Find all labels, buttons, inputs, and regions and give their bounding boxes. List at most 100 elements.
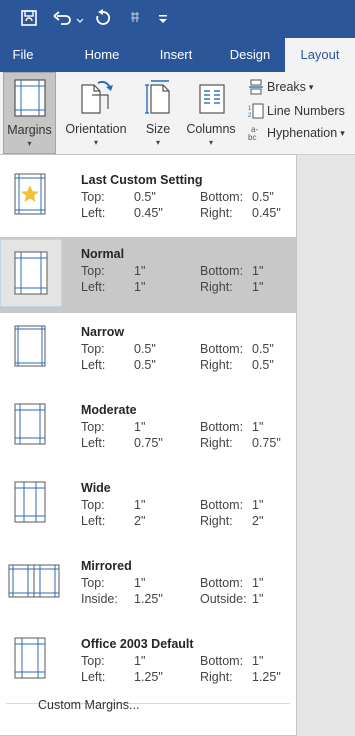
left-label: Left:: [81, 514, 106, 528]
left-value: 1.25": [134, 670, 163, 684]
margin-option-title: Narrow: [81, 325, 125, 339]
bottom-value: 1": [252, 576, 264, 590]
orientation-icon: [81, 80, 113, 114]
bottom-value: 0.5": [252, 342, 274, 356]
tab-layout[interactable]: Layout: [285, 38, 355, 72]
margin-option-title: Normal: [81, 247, 125, 261]
left-value: 0.5": [134, 358, 156, 372]
margin-option-title: Office 2003 Default: [81, 637, 194, 651]
top-label: Top:: [81, 190, 105, 204]
bottom-value: 0.5": [252, 190, 274, 204]
margins-icon: [13, 79, 46, 117]
top-label: Top:: [81, 342, 105, 356]
title-bar: [0, 0, 355, 38]
last-custom-margin-preview-icon: [14, 173, 46, 215]
left-label: Left:: [81, 670, 106, 684]
size-label: Size: [145, 122, 171, 136]
right-label: Right:: [200, 514, 233, 528]
bottom-label: Bottom:: [200, 190, 244, 204]
redo-button[interactable]: [92, 7, 114, 29]
breaks-button[interactable]: Breaks ▾: [247, 77, 313, 97]
margin-option-wide[interactable]: Wide Top: 1" Bottom: 1" Left: 2" Right: …: [0, 471, 296, 547]
left-value: 0.75": [134, 436, 163, 450]
customize-qat-button[interactable]: [152, 7, 174, 29]
right-label: Right:: [200, 358, 233, 372]
margin-option-moderate[interactable]: Moderate Top: 1" Bottom: 1" Left: 0.75" …: [0, 393, 296, 469]
ribbon-tabs: File Home Insert Design Layout: [0, 38, 355, 72]
touch-mode-button[interactable]: [124, 7, 146, 29]
bottom-label: Bottom:: [200, 576, 244, 590]
size-button[interactable]: Size ▾: [136, 72, 180, 154]
customize-qat-icon: [159, 15, 167, 23]
orientation-label: Orientation: [65, 122, 127, 136]
margins-label: Margins: [7, 123, 52, 137]
margins-button[interactable]: Margins ▾: [3, 72, 56, 154]
top-label: Top:: [81, 264, 105, 278]
chevron-down-icon: ▾: [155, 138, 160, 147]
mirrored-margin-preview-icon: [8, 564, 60, 598]
margin-option-normal[interactable]: Normal Top: 1" Bottom: 1" Left: 1" Right…: [0, 237, 296, 313]
bottom-value: 1": [252, 264, 264, 278]
top-label: Top:: [81, 576, 105, 590]
orientation-button[interactable]: Orientation ▾: [60, 72, 132, 154]
line-numbers-button[interactable]: 12 Line Numbers: [247, 101, 345, 121]
bottom-value: 1": [252, 654, 264, 668]
right-label: Right:: [200, 280, 233, 294]
custom-margins-button[interactable]: Custom Margins...: [38, 698, 139, 712]
left-value: 1": [134, 280, 146, 294]
breaks-icon: [247, 79, 265, 95]
breaks-label: Breaks: [267, 80, 306, 94]
redo-icon: [96, 9, 111, 25]
top-label: Top:: [81, 498, 105, 512]
margin-option-title: Last Custom Setting: [81, 173, 203, 187]
hyphenation-icon: a-bc: [247, 124, 265, 142]
tab-design[interactable]: Design: [216, 38, 284, 72]
narrow-margin-preview-icon: [14, 325, 46, 367]
undo-button[interactable]: [52, 7, 88, 29]
svg-text:1: 1: [248, 106, 252, 112]
right-value: 1": [252, 280, 264, 294]
right-label: Right:: [200, 670, 233, 684]
save-button[interactable]: [18, 7, 40, 29]
moderate-margin-preview-icon: [14, 403, 46, 445]
hyphenation-label: Hyphenation: [267, 126, 338, 140]
hyphenation-button[interactable]: a-bc Hyphenation ▾: [247, 123, 345, 143]
right-label: Right:: [200, 206, 233, 220]
bottom-label: Bottom:: [200, 498, 244, 512]
right-label: Right:: [200, 436, 233, 450]
ribbon: Margins ▾ Orientation ▾ Size ▾ Columns ▾…: [0, 72, 355, 154]
document-area: [297, 154, 355, 736]
chevron-down-icon: ▾: [93, 138, 98, 147]
tab-insert[interactable]: Insert: [145, 38, 207, 72]
save-icon: [21, 10, 37, 26]
touch-mode-icon: [131, 12, 139, 22]
top-value: 0.5": [134, 342, 156, 356]
undo-icon: [53, 11, 84, 25]
margin-option-narrow[interactable]: Narrow Top: 0.5" Bottom: 0.5" Left: 0.5"…: [0, 315, 296, 391]
tab-home[interactable]: Home: [72, 38, 132, 72]
normal-margin-preview-icon: [0, 239, 62, 307]
margin-option-title: Wide: [81, 481, 111, 495]
office-2003-margin-preview-icon: [14, 637, 46, 679]
margin-option-mirrored[interactable]: Mirrored Top: 1" Bottom: 1" Inside: 1.25…: [0, 549, 296, 625]
margin-option-last-custom[interactable]: Last Custom Setting Top: 0.5" Bottom: 0.…: [0, 163, 296, 239]
chevron-down-icon: ▾: [340, 127, 345, 138]
top-value: 1": [134, 264, 146, 278]
margin-option-office-2003[interactable]: Office 2003 Default Top: 1" Bottom: 1" L…: [0, 627, 296, 703]
columns-label: Columns: [186, 122, 236, 136]
left-value: 0.45": [134, 206, 163, 220]
columns-button[interactable]: Columns ▾: [182, 72, 240, 154]
bottom-value: 1": [252, 420, 264, 434]
left-value: 2": [134, 514, 146, 528]
margin-option-title: Moderate: [81, 403, 137, 417]
left-label: Left:: [81, 280, 106, 294]
svg-text:2: 2: [248, 113, 252, 119]
top-label: Top:: [81, 420, 105, 434]
margins-dropdown-menu: Last Custom Setting Top: 0.5" Bottom: 0.…: [0, 154, 297, 736]
margin-option-title: Mirrored: [81, 559, 132, 573]
outside-label: Outside:: [200, 592, 247, 606]
right-value: 1.25": [252, 670, 281, 684]
wide-margin-preview-icon: [14, 481, 46, 523]
tab-file[interactable]: File: [0, 38, 46, 72]
line-numbers-icon: 12: [247, 103, 265, 119]
